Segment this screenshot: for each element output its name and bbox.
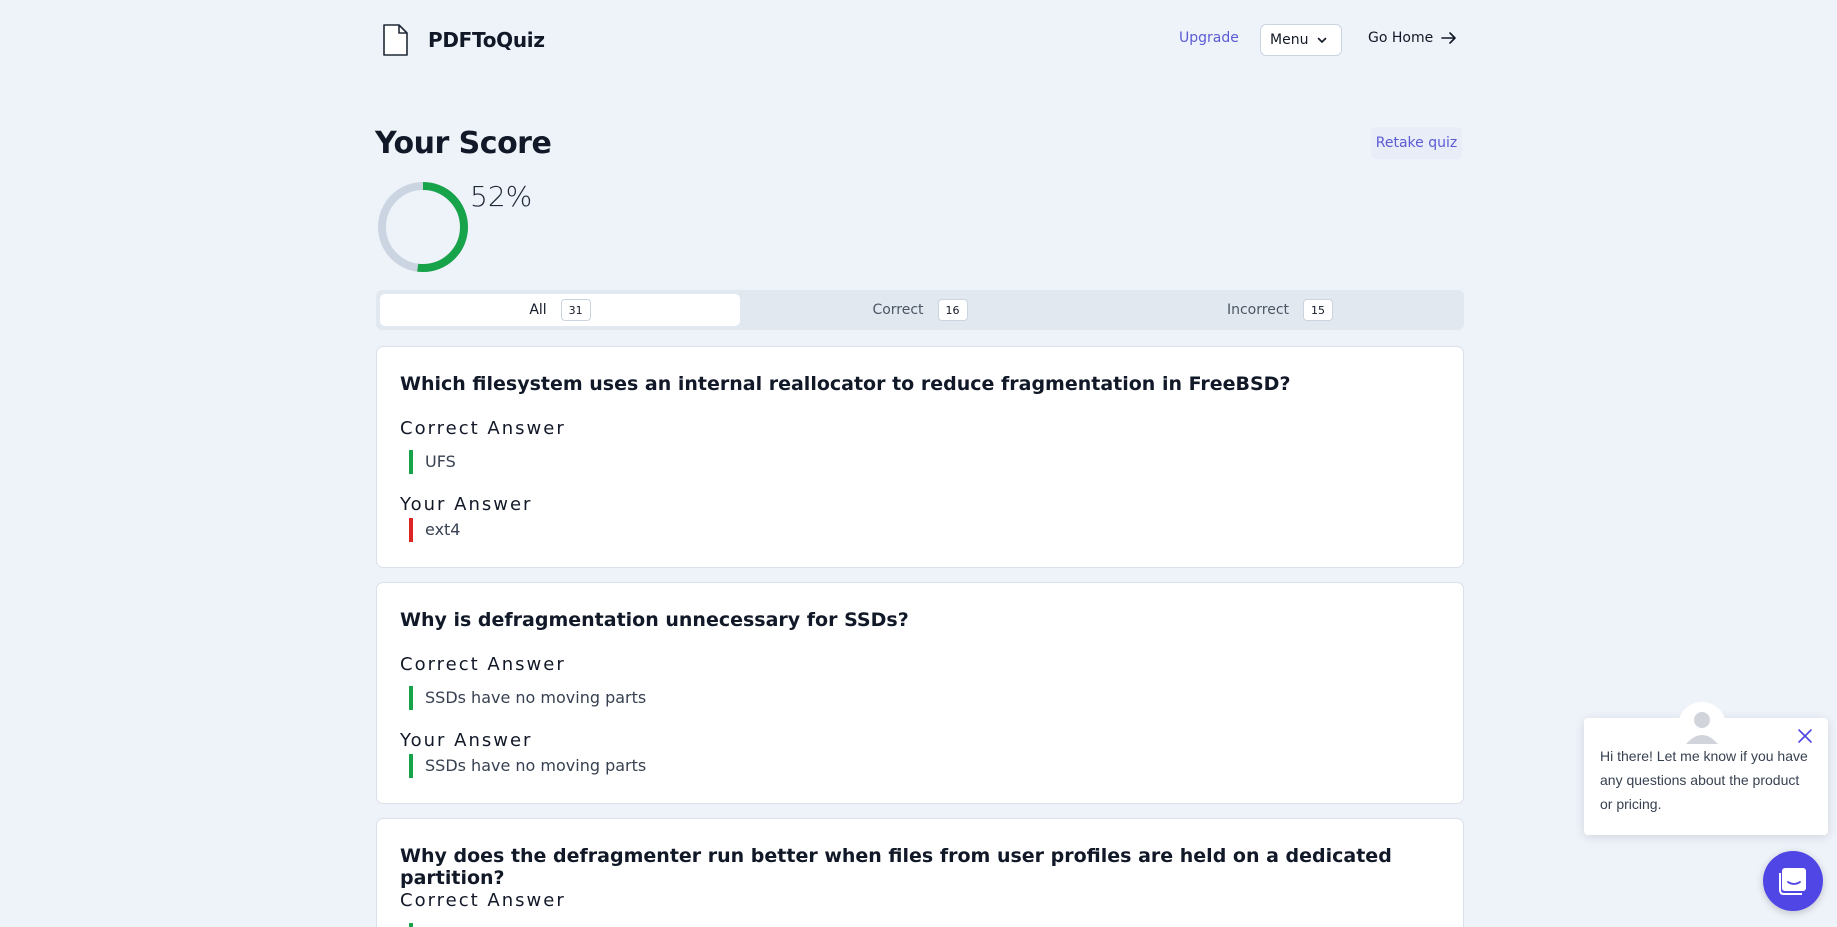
- score-ring: [378, 182, 468, 272]
- your-answer: ext4: [409, 518, 460, 542]
- upgrade-link[interactable]: Upgrade: [1179, 30, 1239, 46]
- agent-avatar: [1678, 702, 1726, 750]
- your-answer: SSDs have no moving parts: [409, 754, 646, 778]
- page-title: Your Score: [375, 126, 552, 161]
- menu-button[interactable]: Menu: [1260, 24, 1342, 56]
- filter-tabs: All 31 Correct 16 Incorrect 15: [376, 290, 1464, 330]
- question-card: Why is defragmentation unnecessary for S…: [376, 582, 1464, 804]
- tab-label: Incorrect: [1226, 302, 1290, 318]
- tab-correct[interactable]: Correct 16: [740, 294, 1100, 326]
- score-percent: 52%: [470, 180, 533, 213]
- correct-answer: [409, 923, 425, 927]
- correct-answer-heading: Correct Answer: [400, 418, 566, 439]
- count-badge: 31: [560, 299, 591, 321]
- brand-name[interactable]: PDFToQuiz: [428, 28, 545, 52]
- user-avatar-icon: [1678, 702, 1726, 750]
- arrow-right-icon: [1441, 32, 1457, 44]
- tab-label: All: [529, 302, 547, 318]
- count-badge: 16: [937, 299, 968, 321]
- menu-label: Menu: [1270, 32, 1309, 48]
- correct-answer: SSDs have no moving parts: [409, 686, 646, 710]
- question-card: Which filesystem uses an internal reallo…: [376, 346, 1464, 568]
- tab-all[interactable]: All 31: [380, 294, 740, 326]
- chat-message: Hi there! Let me know if you have any qu…: [1600, 748, 1808, 812]
- chat-bubble-icon: [1779, 868, 1806, 895]
- question-card: Why does the defragmenter run better whe…: [376, 818, 1464, 927]
- correct-answer: UFS: [409, 450, 456, 474]
- your-answer-heading: Your Answer: [400, 494, 533, 515]
- correct-answer-heading: Correct Answer: [400, 890, 566, 911]
- top-navbar: PDFToQuiz Upgrade Menu Go Home: [376, 20, 1459, 60]
- chevron-down-icon: [1318, 37, 1327, 43]
- go-home-label: Go Home: [1368, 30, 1434, 46]
- go-home-link[interactable]: Go Home: [1368, 30, 1457, 46]
- your-answer-heading: Your Answer: [400, 730, 533, 751]
- tab-label: Correct: [872, 302, 924, 318]
- correct-answer-heading: Correct Answer: [400, 654, 566, 675]
- question-text: Which filesystem uses an internal reallo…: [400, 373, 1291, 395]
- chat-launcher-button[interactable]: [1763, 851, 1823, 911]
- document-icon: [383, 24, 408, 56]
- count-badge: 15: [1303, 299, 1334, 321]
- tab-incorrect[interactable]: Incorrect 15: [1100, 294, 1460, 326]
- question-text: Why is defragmentation unnecessary for S…: [400, 609, 909, 631]
- close-icon[interactable]: [1796, 727, 1814, 745]
- retake-quiz-button[interactable]: Retake quiz: [1371, 127, 1462, 159]
- question-text: Why does the defragmenter run better whe…: [400, 845, 1392, 889]
